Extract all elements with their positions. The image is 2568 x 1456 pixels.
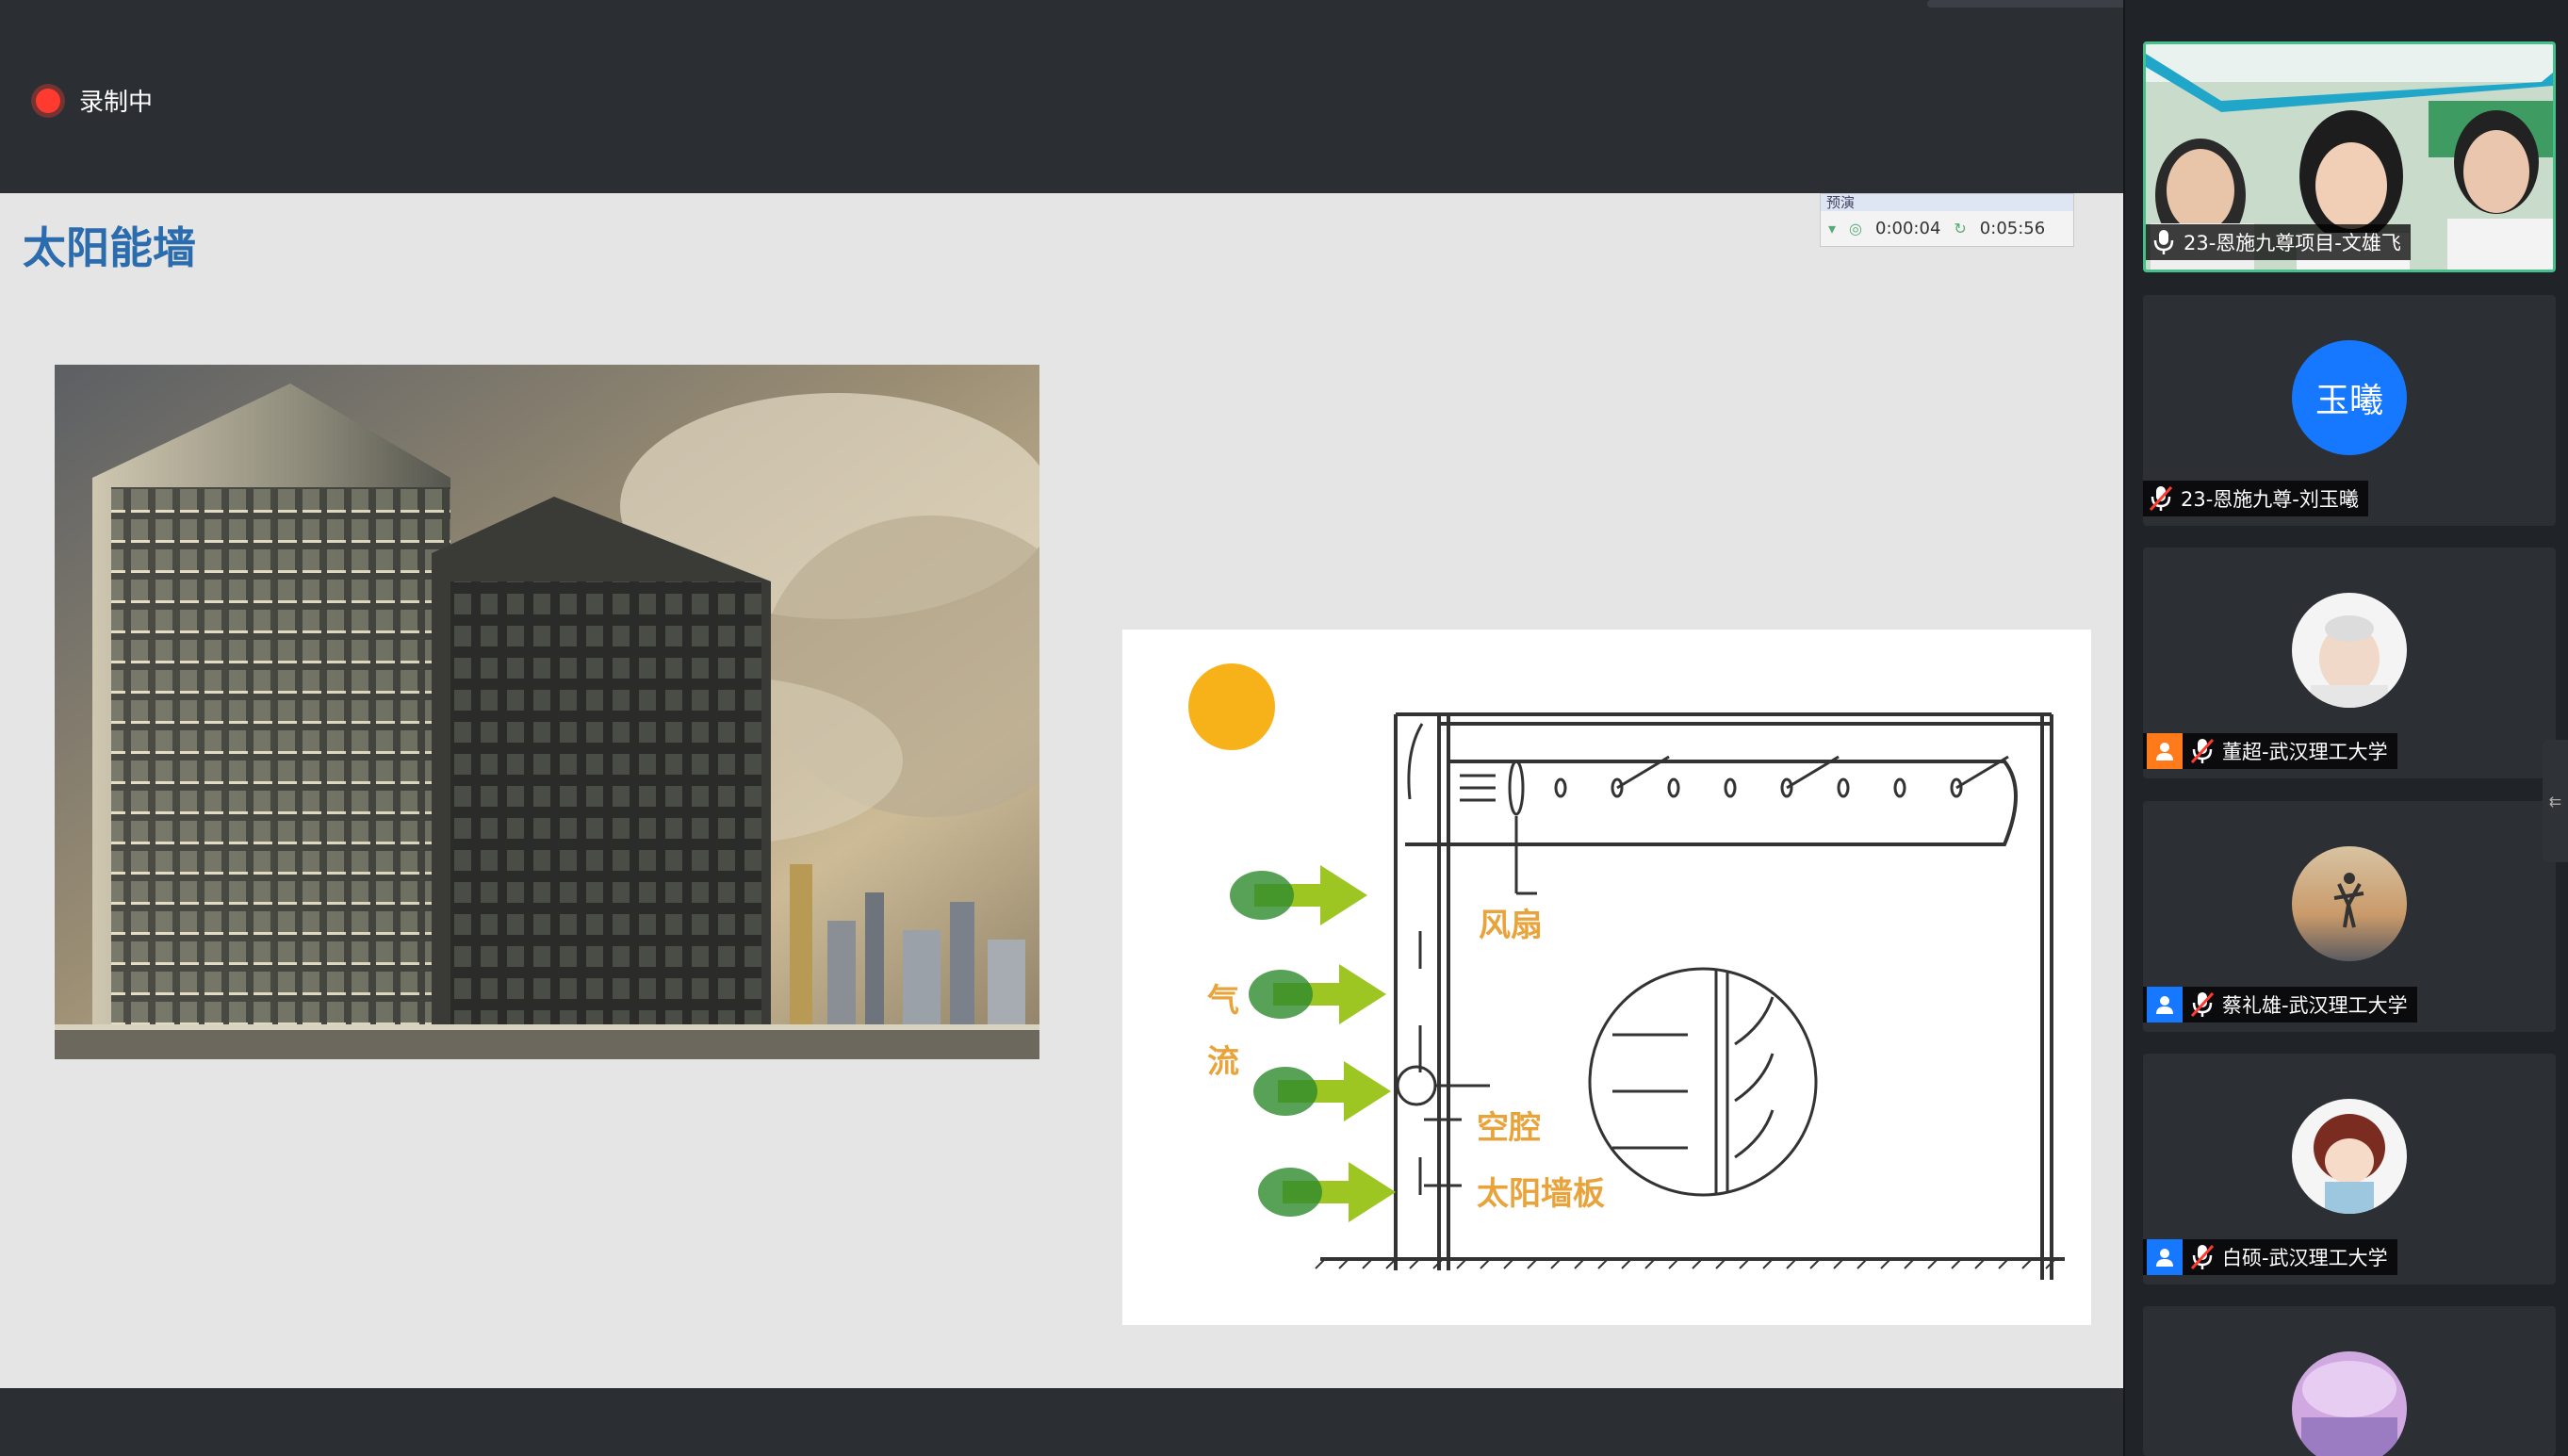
participant-panel: 23-恩施九尊项目-文雄飞 玉曦 23-恩施九尊-刘玉曦 董超-武汉理工大学 蔡… [2123,0,2568,1456]
mic-muted-icon[interactable] [2188,1243,2216,1271]
cohost-badge-icon [2147,987,2183,1022]
mic-on-icon[interactable] [2150,228,2178,256]
presentation-timer: 预演 ▾ ◎ 0:00:04 ↻ 0:05:56 [1820,193,2074,247]
solar-wall-diagram: 风扇 气 流 空腔 太阳墙板 [1122,630,2091,1325]
sun-icon [1188,663,1275,750]
slide-title: 太阳能墙 [23,222,196,273]
participant-name-bar: 白硕-武汉理工大学 [2143,1239,2397,1275]
participant-tile[interactable]: 23-恩施九尊项目-文雄飞 [2143,41,2556,272]
participant-tile[interactable] [2143,1306,2556,1456]
participant-name-bar: 蔡礼雄-武汉理工大学 [2143,987,2417,1022]
participant-name-bar: 23-恩施九尊项目-文雄飞 [2146,224,2411,260]
chevron-down-icon[interactable]: ▾ [1828,220,1836,237]
record-icon [36,88,60,113]
airflow-arrows [1230,865,1396,1222]
participant-name: 白硕-武汉理工大学 [2222,1247,2388,1269]
collapse-panel-button[interactable]: ⇇ [2543,740,2568,862]
participant-name-bar: 董超-武汉理工大学 [2143,733,2397,769]
timer-elapsed: 0:00:04 [1875,219,1941,238]
participant-name: 蔡礼雄-武汉理工大学 [2222,994,2408,1017]
participant-name: 董超-武汉理工大学 [2222,741,2388,763]
participant-name-bar: 23-恩施九尊-刘玉曦 [2143,481,2368,516]
participant-tile[interactable]: 蔡礼雄-武汉理工大学 [2143,801,2556,1032]
diagram-label-airflow-2: 流 [1207,1043,1239,1081]
mic-muted-icon[interactable] [2147,484,2175,513]
host-badge-icon [2147,733,2183,769]
avatar [2292,1099,2407,1214]
building-photo [55,365,1039,1059]
mic-muted-icon[interactable] [2188,990,2216,1019]
pause-icon[interactable]: ◎ [1849,220,1862,237]
timer-header: 预演 [1821,194,2073,211]
diagram-label-panel: 太阳墙板 [1477,1175,1605,1213]
restart-icon[interactable]: ↻ [1954,220,1966,237]
timer-total: 0:05:56 [1979,219,2046,238]
participant-tile[interactable]: 董超-武汉理工大学 [2143,548,2556,778]
diagram-label-airflow-1: 气 [1206,982,1239,1020]
avatar [2292,846,2407,961]
participant-tile[interactable]: 白硕-武汉理工大学 [2143,1054,2556,1284]
mic-muted-icon[interactable] [2188,737,2216,765]
shared-slide: 太阳能墙 预演 ▾ ◎ 0:00:04 ↻ 0:05:56 风扇 气 流 空腔 … [0,193,2123,1388]
avatar: 玉曦 [2292,340,2407,455]
recording-label: 录制中 [79,89,154,117]
cohost-badge-icon [2147,1239,2183,1275]
recording-indicator[interactable]: 录制中 [36,83,153,118]
participant-name: 23-恩施九尊-刘玉曦 [2181,488,2359,511]
diagram-label-cavity: 空腔 [1477,1109,1541,1147]
avatar [2292,593,2407,708]
meeting-bottom-bar [0,1388,2123,1456]
avatar [2292,1351,2407,1456]
participant-name: 23-恩施九尊项目-文雄飞 [2184,232,2401,254]
fan-icon [1460,760,1537,895]
participant-tile[interactable]: 玉曦 23-恩施九尊-刘玉曦 [2143,295,2556,526]
diagram-label-fan: 风扇 [1479,907,1543,944]
meeting-top-bar: 录制中 [0,0,2384,193]
